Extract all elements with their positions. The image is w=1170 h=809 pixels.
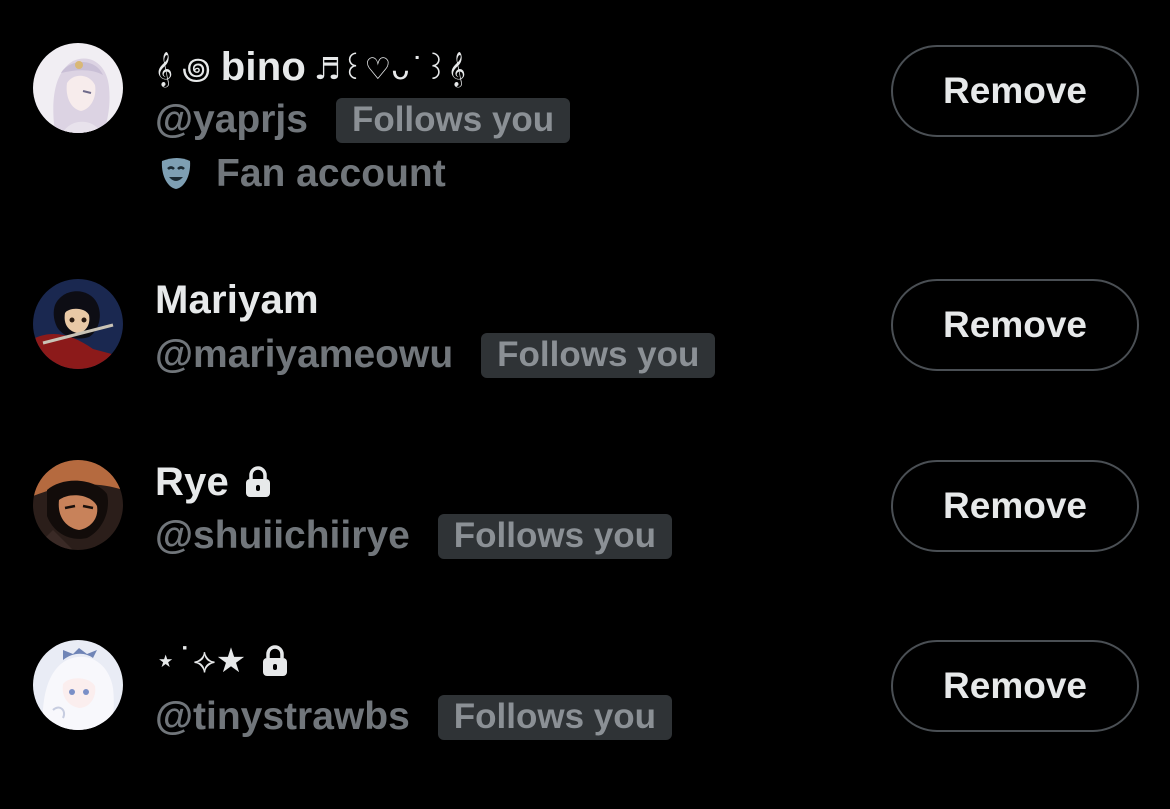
- display-name[interactable]: Rye: [155, 460, 229, 505]
- bio-line: Fan account: [158, 151, 446, 197]
- username-handle[interactable]: @shuiichiirye: [155, 514, 410, 558]
- handle-line: @mariyameowu Follows you: [155, 331, 716, 379]
- follower-row[interactable]: Mariyam @mariyameowu Follows you Remove: [0, 230, 1170, 410]
- username-handle[interactable]: @mariyameowu: [155, 333, 453, 377]
- lock-icon: [260, 644, 290, 678]
- name-suffix-decoration: ♬꒰♡ᴗ˙꒱𝄞: [314, 51, 466, 87]
- handle-line: @shuiichiirye Follows you: [155, 512, 673, 560]
- display-name[interactable]: Mariyam: [155, 278, 319, 323]
- follows-you-badge: Follows you: [437, 694, 672, 740]
- display-name[interactable]: ⋆˙⟡★: [155, 641, 246, 681]
- lock-icon: [243, 465, 273, 499]
- display-name-line: Mariyam: [155, 277, 319, 323]
- follower-row[interactable]: ⋆˙⟡★ @tinystrawbs Follows you Remove: [0, 590, 1170, 809]
- name-prefix-decoration: 𝄞 ꩜: [155, 51, 211, 87]
- display-name[interactable]: bino: [221, 45, 306, 90]
- avatar[interactable]: [33, 43, 123, 133]
- follower-row[interactable]: Rye @shuiichiirye Follows you Remove: [0, 410, 1170, 590]
- avatar[interactable]: [33, 640, 123, 730]
- avatar[interactable]: [33, 460, 123, 550]
- theater-mask-icon: [158, 157, 194, 191]
- follows-you-badge: Follows you: [481, 332, 716, 378]
- handle-line: @tinystrawbs Follows you: [155, 693, 672, 741]
- remove-button[interactable]: Remove: [891, 460, 1139, 552]
- display-name-line: ⋆˙⟡★: [155, 638, 290, 684]
- handle-line: @yaprjs Follows you: [155, 96, 571, 144]
- display-name-line: Rye: [155, 459, 273, 505]
- follower-row[interactable]: 𝄞 ꩜ bino ♬꒰♡ᴗ˙꒱𝄞 @yaprjs Follows you Fan…: [0, 0, 1170, 230]
- remove-button[interactable]: Remove: [891, 640, 1139, 732]
- bio-text: Fan account: [216, 152, 446, 195]
- display-name-line: 𝄞 ꩜ bino ♬꒰♡ᴗ˙꒱𝄞: [155, 44, 466, 90]
- username-handle[interactable]: @yaprjs: [155, 98, 308, 142]
- remove-button[interactable]: Remove: [891, 45, 1139, 137]
- avatar[interactable]: [33, 279, 123, 369]
- username-handle[interactable]: @tinystrawbs: [155, 695, 410, 739]
- follows-you-badge: Follows you: [335, 97, 571, 143]
- follows-you-badge: Follows you: [437, 513, 673, 559]
- remove-button[interactable]: Remove: [891, 279, 1139, 371]
